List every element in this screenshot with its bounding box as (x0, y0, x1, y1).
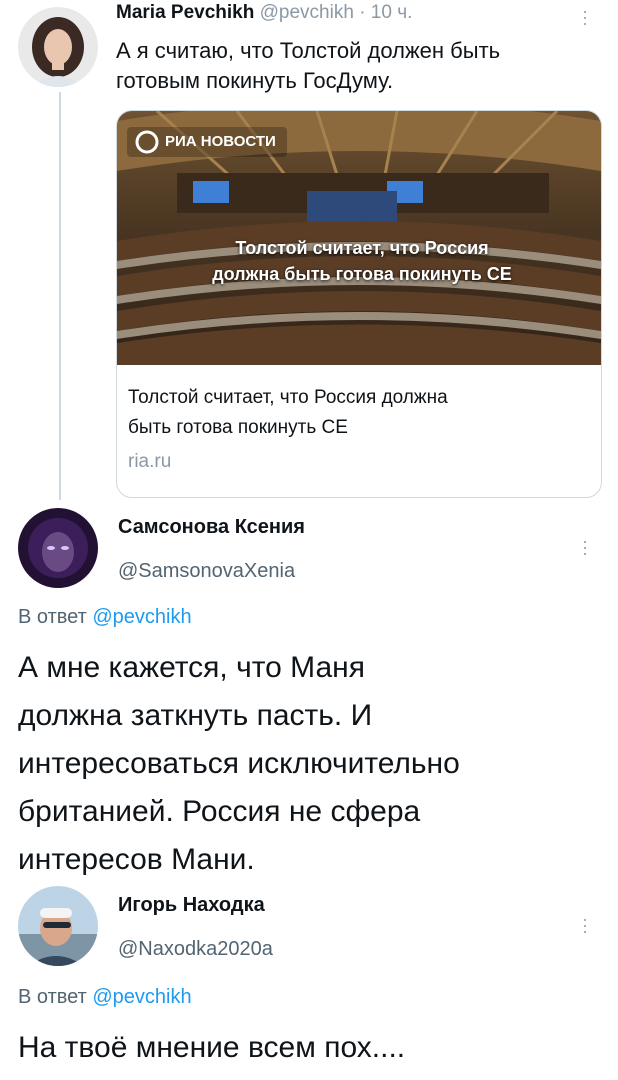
reply-text-line: интересов Мани. (18, 843, 255, 876)
card-image-caption-line: Толстой считает, что Россия (235, 238, 489, 258)
reply-text: А мне кажется, что Маня должна заткнуть … (18, 644, 608, 884)
reply-text-line: британией. Россия не сфера (18, 795, 421, 828)
tweet-text: А я считаю, что Толстой должен быть гото… (116, 36, 500, 96)
link-card[interactable]: РИА НОВОСТИ Толстой считает, что Россия … (116, 110, 602, 498)
replying-to: В ответ @pevchikh (18, 986, 192, 1009)
author-avatar[interactable] (18, 886, 98, 966)
more-options-icon[interactable]: · · · (580, 2, 590, 32)
card-title-line: Толстой считает, что Россия должна (128, 387, 448, 408)
more-options-icon[interactable]: · · · (580, 910, 590, 940)
author-avatar[interactable] (18, 7, 98, 87)
card-image: РИА НОВОСТИ Толстой считает, что Россия … (117, 111, 601, 365)
author-handle[interactable]: @pevchikh (260, 2, 354, 23)
reply-text-line: На твоё мнение всем пох.... (18, 1031, 406, 1064)
author-name[interactable]: Maria Pevchikh (116, 2, 254, 23)
reply-tweet[interactable]: Игорь Находка @Naxodka2020a · · · В ответ … (0, 882, 618, 1080)
replying-to: В ответ @pevchikh (18, 606, 192, 629)
card-title-line: быть готова покинуть СЕ (128, 417, 348, 438)
card-image-logo: РИА НОВОСТИ (165, 133, 276, 150)
thread-line (59, 92, 61, 500)
card-title: Толстой считает, что Россия должна быть … (128, 383, 588, 443)
replying-prefix: В ответ (18, 606, 93, 628)
replying-prefix: В ответ (18, 986, 93, 1008)
card-domain: ria.ru (128, 451, 172, 472)
author-handle[interactable]: @SamsonovaXenia (118, 560, 295, 583)
card-image-caption-line: должна быть готова покинуть СЕ (212, 264, 512, 284)
reply-text-line: должна заткнуть пасть. И (18, 699, 373, 732)
replying-to-link[interactable]: @pevchikh (92, 606, 191, 628)
author-avatar[interactable] (18, 508, 98, 588)
tweet-text-line: А я считаю, что Толстой должен быть (116, 38, 501, 63)
author-name[interactable]: Игорь Находка (118, 894, 265, 917)
reply-tweet[interactable]: Самсонова Ксения @SamsonovaXenia · · · В о… (0, 500, 618, 882)
reply-text-line: А мне кажется, что Маня (18, 651, 365, 684)
tweet-main[interactable]: Maria Pevchikh @pevchikh · 10 ч. · · · А я… (0, 0, 618, 500)
card-image-caption: Толстой считает, что Россия должна быть … (137, 235, 587, 287)
more-options-icon[interactable]: · · · (580, 532, 590, 562)
author-name[interactable]: Самсонова Ксения (118, 516, 305, 539)
reply-text-line: интересоваться исключительно (18, 747, 460, 780)
tweet-text-line: готовым покинуть ГосДуму. (116, 68, 394, 93)
author-handle[interactable]: @Naxodka2020a (118, 938, 273, 961)
tweet-time[interactable]: · 10 ч. (359, 2, 412, 23)
replying-to-link[interactable]: @pevchikh (92, 986, 191, 1008)
tweet-header: Maria Pevchikh @pevchikh · 10 ч. (116, 2, 412, 24)
reply-text: На твоё мнение всем пох.... (18, 1024, 608, 1072)
